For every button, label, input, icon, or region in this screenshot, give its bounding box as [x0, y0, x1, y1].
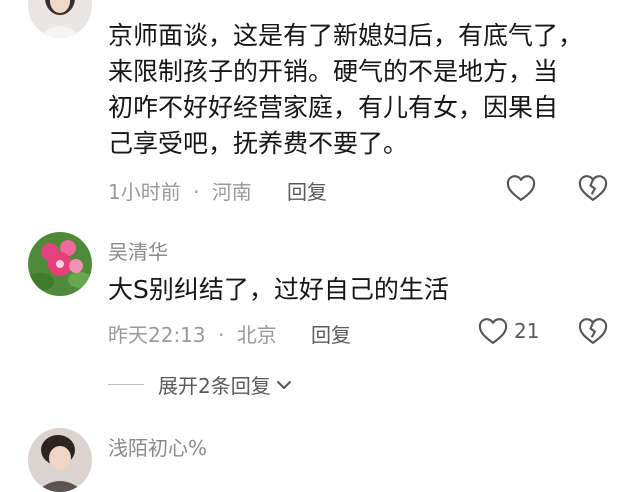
avatar[interactable]: [28, 0, 92, 38]
comment-meta: 1小时前 · 河南: [108, 176, 252, 205]
dislike-button[interactable]: [578, 174, 608, 206]
like-button[interactable]: [506, 174, 536, 202]
expand-replies-label: 展开2条回复: [158, 374, 271, 398]
chevron-down-icon: [276, 380, 291, 389]
dislike-button[interactable]: [578, 317, 608, 349]
avatar[interactable]: [28, 428, 92, 492]
comment-text: 京师面谈，这是有了新媳妇后，有底气了， 来限制孩子的开销。硬气的不是地方，当 初…: [108, 21, 584, 158]
comment-location: 北京: [236, 323, 277, 347]
broken-heart-icon: [578, 175, 608, 201]
like-button[interactable]: 21: [478, 317, 539, 345]
comment-time: 昨天22:13: [108, 323, 206, 347]
heart-outline-icon: [506, 175, 536, 201]
comment-time: 1小时前: [108, 180, 181, 204]
broken-heart-icon: [578, 318, 608, 344]
comment-meta: 昨天22:13 · 北京: [108, 319, 277, 348]
meta-separator: ·: [193, 180, 200, 204]
expand-divider: [108, 384, 144, 385]
expand-replies-button[interactable]: 展开2条回复: [108, 370, 293, 399]
meta-separator: ·: [218, 323, 225, 347]
reply-button[interactable]: 回复: [287, 176, 327, 205]
reply-button[interactable]: 回复: [311, 319, 351, 348]
comment-item: 京师面谈，这是有了新媳妇后，有底气了， 来限制孩子的开销。硬气的不是地方，当 初…: [0, 0, 640, 215]
comment-text: 大S别纠结了，过好自己的生活: [108, 275, 449, 304]
comment-username[interactable]: 浅陌初心%: [108, 432, 207, 461]
heart-outline-icon: [478, 318, 508, 344]
comment-location: 河南: [211, 180, 252, 204]
comment-username[interactable]: 吴清华: [108, 236, 168, 265]
like-count: 21: [514, 319, 540, 343]
avatar[interactable]: [28, 232, 92, 296]
